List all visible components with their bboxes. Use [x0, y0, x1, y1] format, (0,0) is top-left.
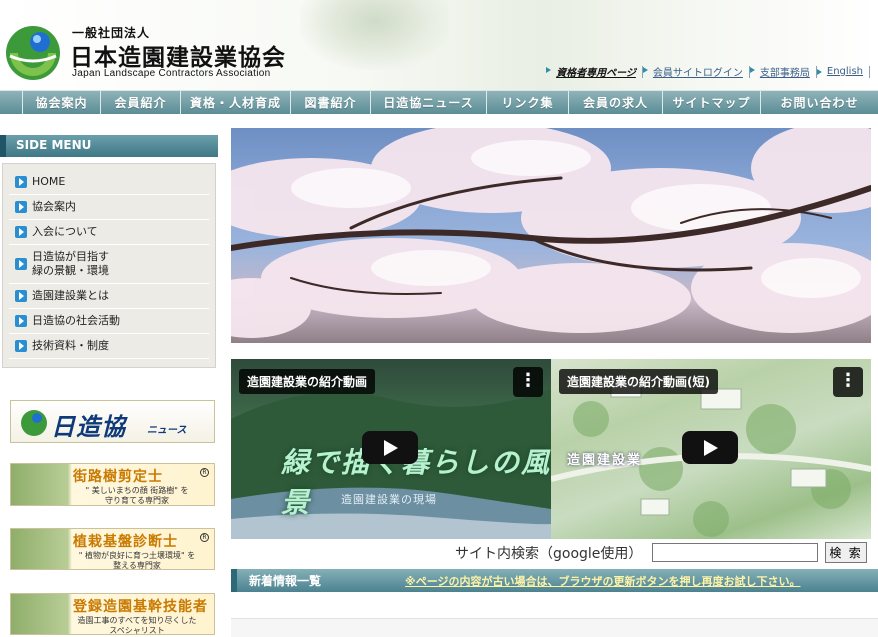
- arrow-right-icon: [15, 340, 27, 352]
- org-name-en: Japan Landscape Contractors Association: [72, 68, 271, 79]
- sidebar-item-label: 日造協の社会活動: [32, 314, 120, 327]
- member-login-link[interactable]: 会員サイトログイン: [642, 64, 749, 79]
- news-banner-title: 日造協: [51, 413, 126, 441]
- banner-subtitle: " 美しいまちの顔 街路樹" を 守り育てる専門家: [85, 486, 189, 505]
- play-button-icon[interactable]: [362, 431, 418, 464]
- sidebar-item-label: 入会について: [32, 225, 98, 238]
- qualified-page-link[interactable]: 資格者専用ページ: [546, 64, 642, 79]
- association-logo-icon[interactable]: [4, 22, 62, 80]
- video-subcaption: 造園建設業の現場: [341, 493, 437, 506]
- video-title: 造園建設業の紹介動画(短): [559, 369, 718, 394]
- arrow-right-icon: [15, 176, 27, 188]
- english-link[interactable]: English: [816, 66, 869, 77]
- site-header: 一般社団法人 日本造園建設業協会 Japan Landscape Contrac…: [0, 0, 878, 90]
- sidebar-item-industry[interactable]: 造園建設業とは: [9, 284, 209, 309]
- banner-subtitle: " 植物が良好に育つ土壌環境" を 整える専門家: [78, 551, 196, 570]
- nav-item-sitemap[interactable]: サイトマップ: [662, 91, 760, 114]
- sidebar-item-home[interactable]: HOME: [9, 170, 209, 195]
- soil-diagnostician-banner[interactable]: 植栽基盤診断士 R " 植物が良好に育つ土壌環境" を 整える専門家: [10, 528, 215, 570]
- sidebar-item-label: 日造協が目指す 緑の景観・環境: [32, 250, 109, 277]
- org-name[interactable]: 日本造園建設業協会: [70, 38, 286, 72]
- more-options-icon[interactable]: ⋮: [513, 367, 543, 397]
- arrow-right-icon: [15, 315, 27, 327]
- sidebar-item-join[interactable]: 入会について: [9, 220, 209, 245]
- sidebar-item-about[interactable]: 協会案内: [9, 195, 209, 220]
- hero-illustration: [231, 128, 871, 338]
- sidebar-item-social[interactable]: 日造協の社会活動: [9, 309, 209, 334]
- news-banner[interactable]: 日造協 ニュース: [10, 400, 215, 443]
- nav-item-contact[interactable]: お問い合わせ: [760, 91, 878, 114]
- nav-item-news[interactable]: 日造協ニュース: [370, 91, 486, 114]
- search-button[interactable]: 検 索: [825, 542, 867, 563]
- side-menu-title: SIDE MENU: [0, 135, 218, 157]
- nav-item-about[interactable]: 協会案内: [22, 91, 100, 114]
- side-menu: HOME 協会案内 入会について 日造協が目指す 緑の景観・環境 造園建設業とは…: [2, 163, 216, 368]
- sidebar-item-label: 造園建設業とは: [32, 289, 109, 302]
- play-button-icon[interactable]: [682, 431, 738, 464]
- video-caption: 造園建設業: [567, 453, 643, 468]
- sidebar-item-technical[interactable]: 技術資料・制度: [9, 334, 209, 359]
- search-label: サイト内検索（google使用）: [455, 545, 643, 562]
- sidebar-item-vision[interactable]: 日造協が目指す 緑の景観・環境: [9, 245, 209, 284]
- search-input[interactable]: [652, 543, 819, 562]
- arrow-right-icon: [15, 258, 27, 270]
- news-header-bar: 新着情報一覧 ※ページの内容が古い場合は、ブラウザの更新ボタンを押し再度お試し下…: [231, 569, 878, 592]
- video-title: 造園建設業の紹介動画: [239, 369, 376, 394]
- hero-cherry-blossom-image: [231, 128, 871, 343]
- sidebar-item-label: 協会案内: [32, 200, 76, 213]
- intro-video-player[interactable]: 造園建設業の紹介動画 ⋮ 緑で描く暮らしの風景 造園建設業の現場: [231, 359, 551, 539]
- banner-title: 植栽基盤診断士: [73, 534, 178, 550]
- link-divider: [869, 65, 870, 78]
- core-technician-banner[interactable]: 登録造園基幹技能者 造園工事のすべてを知り尽くした スペシャリスト: [10, 593, 215, 635]
- news-list: [231, 618, 878, 637]
- news-heading: 新着情報一覧: [249, 574, 322, 588]
- header-links: 資格者専用ページ 会員サイトログイン 支部事務局 English: [546, 64, 870, 79]
- banner-title: 登録造園基幹技能者: [73, 599, 208, 615]
- banner-subtitle: 造園工事のすべてを知り尽くした スペシャリスト: [77, 616, 197, 635]
- registered-mark-icon: R: [200, 533, 209, 542]
- nav-item-qualifications[interactable]: 資格・人材育成: [180, 91, 290, 114]
- header-foliage-decoration: [300, 0, 450, 70]
- more-options-icon[interactable]: ⋮: [833, 367, 863, 397]
- nav-lead-spacer: [0, 91, 22, 114]
- news-banner-sub: ニュース: [147, 425, 187, 436]
- tree-pruner-banner[interactable]: 街路樹剪定士 R " 美しいまちの顔 街路樹" を 守り育てる専門家: [10, 463, 215, 506]
- arrow-right-icon: [15, 290, 27, 302]
- site-search: サイト内検索（google使用） 検 索: [455, 542, 867, 563]
- nav-item-links[interactable]: リンク集: [486, 91, 568, 114]
- nav-item-members[interactable]: 会員紹介: [100, 91, 180, 114]
- sidebar-item-label: 技術資料・制度: [32, 339, 109, 352]
- global-nav: 協会案内 会員紹介 資格・人材育成 図書紹介 日造協ニュース リンク集 会員の求…: [0, 90, 878, 114]
- registered-mark-icon: R: [200, 468, 209, 477]
- sidebar-item-label: HOME: [32, 175, 66, 188]
- banner-title: 街路樹剪定士: [73, 469, 163, 485]
- refresh-notice-link[interactable]: ※ページの内容が古い場合は、ブラウザの更新ボタンを押し再度お試し下さい。: [405, 573, 800, 589]
- nav-item-books[interactable]: 図書紹介: [290, 91, 370, 114]
- nav-item-jobs[interactable]: 会員の求人: [568, 91, 662, 114]
- arrow-right-icon: [15, 226, 27, 238]
- short-intro-video-player[interactable]: 造園建設業の紹介動画(短) ⋮ 造園建設業: [551, 359, 871, 539]
- association-logo-icon: [21, 410, 47, 436]
- branch-office-link[interactable]: 支部事務局: [749, 64, 816, 79]
- arrow-right-icon: [15, 201, 27, 213]
